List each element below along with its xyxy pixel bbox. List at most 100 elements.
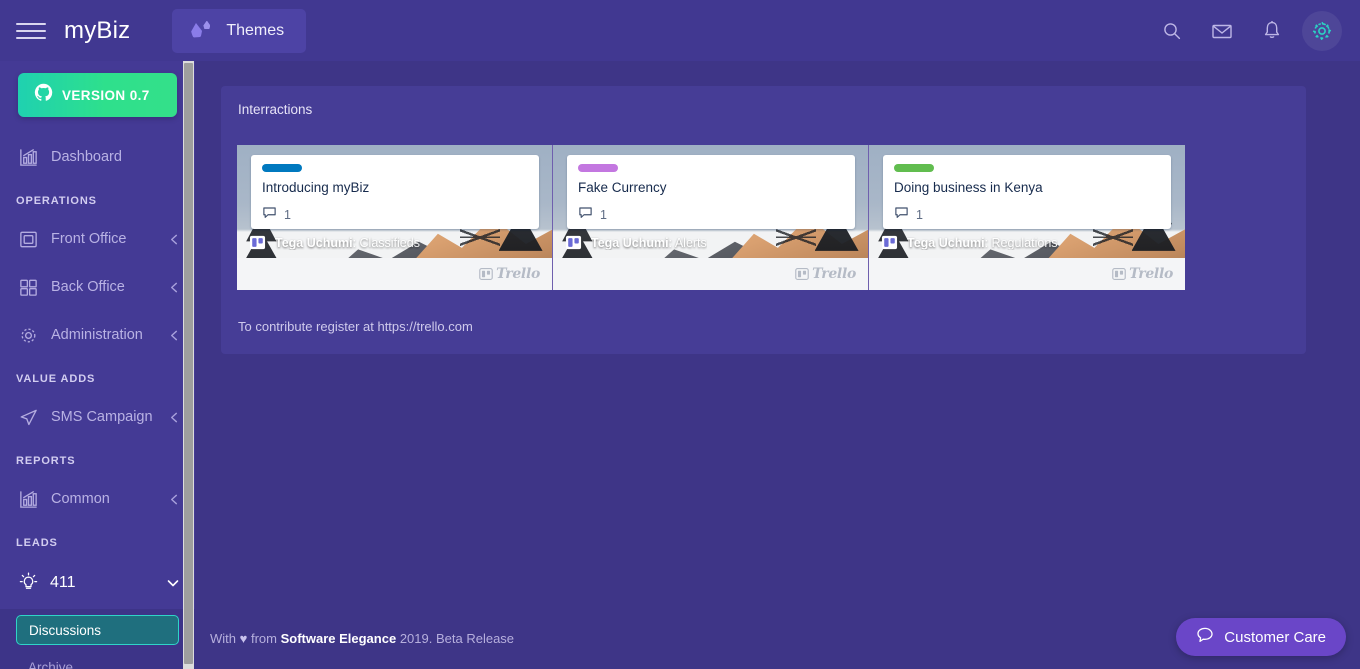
submenu-item-discussions[interactable]: Discussions	[16, 615, 179, 645]
card-title: Doing business in Kenya	[894, 180, 1043, 195]
sidebar-item-front-office[interactable]: Front Office	[0, 215, 195, 263]
card-board-text: Tega Uchumi: Classifieds	[275, 235, 420, 250]
sidebar-item-sms-campaign[interactable]: SMS Campaign	[0, 393, 195, 441]
card-board-line: Tega Uchumi: Regulations	[881, 234, 1173, 251]
top-actions	[1152, 10, 1360, 51]
card-footer: Trello	[869, 258, 1185, 290]
trello-card[interactable]: Doing business in Kenya 1 Tega Uchumi: R…	[869, 145, 1185, 290]
themes-button[interactable]: Themes	[172, 8, 307, 53]
panel-title: Interractions	[238, 102, 313, 117]
hamburger-bar	[16, 22, 46, 25]
sidebar-item-label: SMS Campaign	[51, 409, 153, 425]
chevron-down-icon	[165, 575, 181, 591]
sidebar-item-back-office[interactable]: Back Office	[0, 263, 195, 311]
sidebar-item-label: Back Office	[51, 279, 125, 295]
sidebar-item-411[interactable]: 411	[0, 557, 195, 609]
board-icon	[565, 234, 582, 251]
card-footer: Trello	[237, 258, 552, 290]
chevron-left-icon	[168, 233, 181, 246]
paper-plane-icon	[16, 405, 40, 429]
github-icon	[34, 83, 53, 107]
trello-wordmark: Trello	[1129, 266, 1173, 282]
contribute-text: To contribute register at https://trello…	[238, 319, 473, 334]
leads-submenu: Discussions Archive Geographic	[0, 609, 195, 669]
gear-icon[interactable]	[1302, 10, 1342, 51]
version-badge-wrap: VERSION 0.7	[0, 61, 195, 133]
hamburger-bar	[16, 29, 46, 32]
footer: With ♥ from Software Elegance 2019. Beta…	[195, 607, 1360, 669]
sidebar-item-label: Front Office	[51, 231, 127, 247]
bell-icon[interactable]	[1252, 11, 1292, 51]
heart-icon: ♥	[239, 630, 248, 646]
trello-wordmark: Trello	[496, 266, 540, 282]
hamburger-bar	[16, 36, 46, 39]
sidebar-item-label: 411	[50, 574, 76, 591]
trello-logo: Trello	[1112, 266, 1173, 282]
board-icon	[249, 234, 266, 251]
sidebar-section-value-adds: VALUE ADDS	[16, 373, 96, 385]
card-board-text: Tega Uchumi: Regulations	[907, 235, 1058, 250]
submenu-item-archive[interactable]: Archive	[16, 653, 179, 669]
submenu-item-label: Discussions	[29, 622, 102, 638]
board-name: Tega Uchumi	[907, 235, 985, 250]
label-chip	[262, 164, 302, 172]
footer-company: Software Elegance	[280, 630, 397, 646]
sidebar-item-label: Dashboard	[51, 149, 122, 165]
sidebar-item-administration[interactable]: Administration	[0, 311, 195, 359]
comment-icon	[262, 205, 277, 225]
comment-count: 1	[284, 208, 291, 222]
chevron-left-icon	[168, 493, 181, 506]
version-badge-label: VERSION 0.7	[62, 87, 150, 103]
search-icon[interactable]	[1152, 11, 1192, 51]
trello-logo: Trello	[795, 266, 856, 282]
main-content: Interractions Introducing myBiz 1 Tega U…	[195, 61, 1360, 607]
sidebar: VERSION 0.7 Dashboard OPERATIONS Front O…	[0, 61, 195, 669]
chevron-left-icon	[168, 411, 181, 424]
chart-bars-icon	[16, 487, 40, 511]
comment-icon	[894, 205, 909, 225]
board-list: Regulations	[991, 235, 1058, 250]
sidebar-section-leads: LEADS	[16, 537, 58, 549]
brand-title: myBiz	[64, 16, 131, 44]
submenu-item-label: Archive	[28, 659, 74, 669]
footer-suffix: 2019. Beta Release	[399, 630, 515, 646]
customer-care-button[interactable]: Customer Care	[1176, 618, 1346, 656]
card-footer: Trello	[553, 258, 868, 290]
chevron-left-icon	[168, 329, 181, 342]
version-badge[interactable]: VERSION 0.7	[18, 73, 177, 117]
card-board-line: Tega Uchumi: Classifieds	[249, 234, 541, 251]
sidebar-item-dashboard[interactable]: Dashboard	[0, 133, 195, 181]
board-name: Tega Uchumi	[275, 235, 353, 250]
customer-care-label: Customer Care	[1224, 628, 1326, 646]
card-title: Fake Currency	[578, 180, 667, 195]
trello-card[interactable]: Fake Currency 1 Tega Uchumi: Alerts Trel…	[553, 145, 869, 290]
grid-icon	[16, 275, 40, 299]
card-meta: 1	[894, 205, 1160, 225]
board-icon	[881, 234, 898, 251]
comment-icon	[578, 205, 593, 225]
mail-icon[interactable]	[1202, 11, 1242, 51]
card-body[interactable]: Introducing myBiz 1	[251, 155, 539, 229]
card-body[interactable]: Fake Currency 1	[567, 155, 855, 229]
hamburger-icon[interactable]	[16, 21, 46, 41]
label-chip	[894, 164, 934, 172]
chevron-left-icon	[168, 281, 181, 294]
card-body[interactable]: Doing business in Kenya 1	[883, 155, 1171, 229]
sidebar-item-label: Administration	[51, 327, 143, 343]
sidebar-scrollbar-thumb[interactable]	[184, 63, 193, 664]
chat-bubble-icon	[1196, 626, 1214, 649]
label-chip	[578, 164, 618, 172]
board-list: Classifieds	[359, 235, 420, 250]
water-drop-icon	[190, 20, 212, 42]
board-name: Tega Uchumi	[591, 235, 669, 250]
trello-card[interactable]: Introducing myBiz 1 Tega Uchumi: Classif…	[237, 145, 553, 290]
cards-strip: Introducing myBiz 1 Tega Uchumi: Classif…	[237, 145, 1187, 290]
sidebar-section-operations: OPERATIONS	[16, 195, 97, 207]
top-bar: myBiz Themes	[0, 0, 1360, 61]
comment-count: 1	[600, 208, 607, 222]
card-board-line: Tega Uchumi: Alerts	[565, 234, 857, 251]
footer-from: from	[250, 630, 277, 646]
sidebar-item-common[interactable]: Common	[0, 475, 195, 523]
card-meta: 1	[262, 205, 528, 225]
footer-prefix: With	[210, 630, 236, 646]
